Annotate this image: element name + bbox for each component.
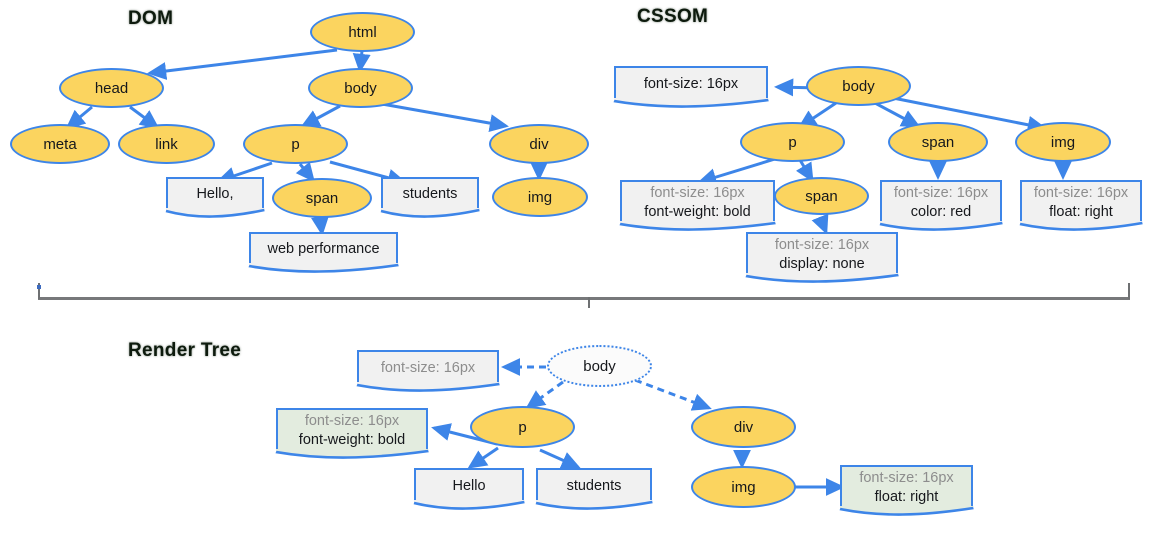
- box-line-1: students: [566, 477, 622, 494]
- box-line-2: font-weight: bold: [298, 431, 406, 448]
- render-text-hello[interactable]: Hello: [413, 468, 525, 510]
- node-label: img: [527, 188, 553, 206]
- node-label: body: [842, 77, 875, 95]
- section-title-render-tree: Render Tree: [128, 340, 242, 361]
- dom-node-link[interactable]: link: [118, 124, 215, 164]
- sheet-wave: [413, 500, 525, 510]
- render-rule-img[interactable]: font-size: 16px float: right: [839, 465, 974, 516]
- section-title-cssom: CSSOM: [637, 6, 709, 27]
- cssom-rule-span-2[interactable]: font-size: 16px display: none: [745, 232, 899, 283]
- node-label: link: [155, 135, 178, 153]
- node-label: body: [344, 79, 377, 97]
- box-line-1: font-size: 16px: [774, 236, 870, 253]
- node-label: p: [518, 418, 527, 436]
- dom-node-p[interactable]: p: [243, 124, 348, 164]
- cssom-node-body[interactable]: body: [806, 66, 911, 106]
- sheet-wave: [839, 506, 974, 516]
- render-node-body[interactable]: body: [547, 345, 652, 387]
- node-label: body: [583, 357, 616, 375]
- node-label: span: [305, 189, 339, 207]
- diagram-canvas: DOM CSSOM Render Tree html head body met…: [0, 0, 1150, 537]
- section-divider: [38, 297, 1130, 300]
- divider-tick-center: [588, 297, 590, 308]
- node-label: img: [1050, 133, 1076, 151]
- node-label: p: [788, 133, 797, 151]
- box-line-1: font-size: 16px: [643, 75, 739, 92]
- render-rule-body[interactable]: font-size: 16px: [356, 350, 500, 392]
- box-line-2: float: right: [874, 488, 939, 505]
- box-line-1: Hello: [452, 477, 486, 494]
- sheet-wave: [535, 500, 653, 510]
- dom-node-img[interactable]: img: [492, 177, 588, 217]
- sheet-wave: [879, 221, 1003, 231]
- node-label: img: [731, 478, 756, 496]
- sheet-wave: [745, 273, 899, 283]
- sheet-wave: [380, 208, 480, 218]
- dom-text-students[interactable]: students: [380, 177, 480, 218]
- connector-edges: [65, 48, 1072, 496]
- node-label: head: [94, 79, 129, 97]
- render-node-div[interactable]: div: [691, 406, 796, 448]
- cssom-node-span-1[interactable]: span: [888, 122, 988, 162]
- box-line-1: font-size: 16px: [1033, 184, 1129, 201]
- box-line-2: color: red: [910, 203, 972, 220]
- node-label: span: [805, 187, 838, 205]
- dom-node-body[interactable]: body: [308, 68, 413, 108]
- sheet-wave: [356, 382, 500, 392]
- box-line-1: students: [402, 186, 458, 203]
- render-node-img[interactable]: img: [691, 466, 796, 508]
- sheet-wave: [165, 208, 265, 218]
- dom-text-hello[interactable]: Hello,: [165, 177, 265, 218]
- node-label: meta: [43, 135, 77, 153]
- cssom-node-p[interactable]: p: [740, 122, 845, 162]
- render-rule-p[interactable]: font-size: 16px font-weight: bold: [275, 408, 429, 459]
- cssom-rule-body[interactable]: font-size: 16px: [613, 66, 769, 108]
- box-line-1: font-size: 16px: [304, 412, 400, 429]
- divider-handle-left[interactable]: [37, 285, 41, 289]
- cssom-rule-img[interactable]: font-size: 16px float: right: [1019, 180, 1143, 231]
- cssom-node-span-2[interactable]: span: [774, 177, 869, 215]
- box-line-1: font-size: 16px: [893, 184, 989, 201]
- render-node-p[interactable]: p: [470, 406, 575, 448]
- node-label: div: [529, 135, 549, 153]
- node-label: html: [348, 23, 377, 41]
- cssom-rule-p[interactable]: font-size: 16px font-weight: bold: [619, 180, 776, 231]
- box-line-1: Hello,: [196, 186, 234, 203]
- render-text-students[interactable]: students: [535, 468, 653, 510]
- sheet-wave: [248, 263, 399, 273]
- box-line-2: font-weight: bold: [644, 203, 751, 220]
- box-line-2: display: none: [779, 255, 865, 272]
- section-title-dom: DOM: [128, 8, 174, 29]
- node-label: span: [921, 133, 955, 151]
- box-line-1: web performance: [267, 241, 380, 258]
- dom-node-html[interactable]: html: [310, 12, 415, 52]
- box-line-1: font-size: 16px: [650, 184, 745, 201]
- cssom-rule-span-1[interactable]: font-size: 16px color: red: [879, 180, 1003, 231]
- box-line-1: font-size: 16px: [859, 469, 954, 486]
- node-label: div: [733, 418, 754, 436]
- box-line-1: font-size: 16px: [380, 359, 476, 376]
- dom-text-web-performance[interactable]: web performance: [248, 232, 399, 273]
- sheet-wave: [619, 221, 776, 231]
- divider-tick-right: [1128, 283, 1130, 299]
- node-label: p: [291, 135, 300, 153]
- sheet-wave: [275, 449, 429, 459]
- dom-node-span[interactable]: span: [272, 178, 372, 218]
- dom-node-head[interactable]: head: [59, 68, 164, 108]
- dom-node-meta[interactable]: meta: [10, 124, 110, 164]
- sheet-wave: [613, 98, 769, 108]
- sheet-wave: [1019, 221, 1143, 231]
- dom-node-div[interactable]: div: [489, 124, 589, 164]
- cssom-node-img[interactable]: img: [1015, 122, 1111, 162]
- box-line-2: float: right: [1049, 203, 1113, 220]
